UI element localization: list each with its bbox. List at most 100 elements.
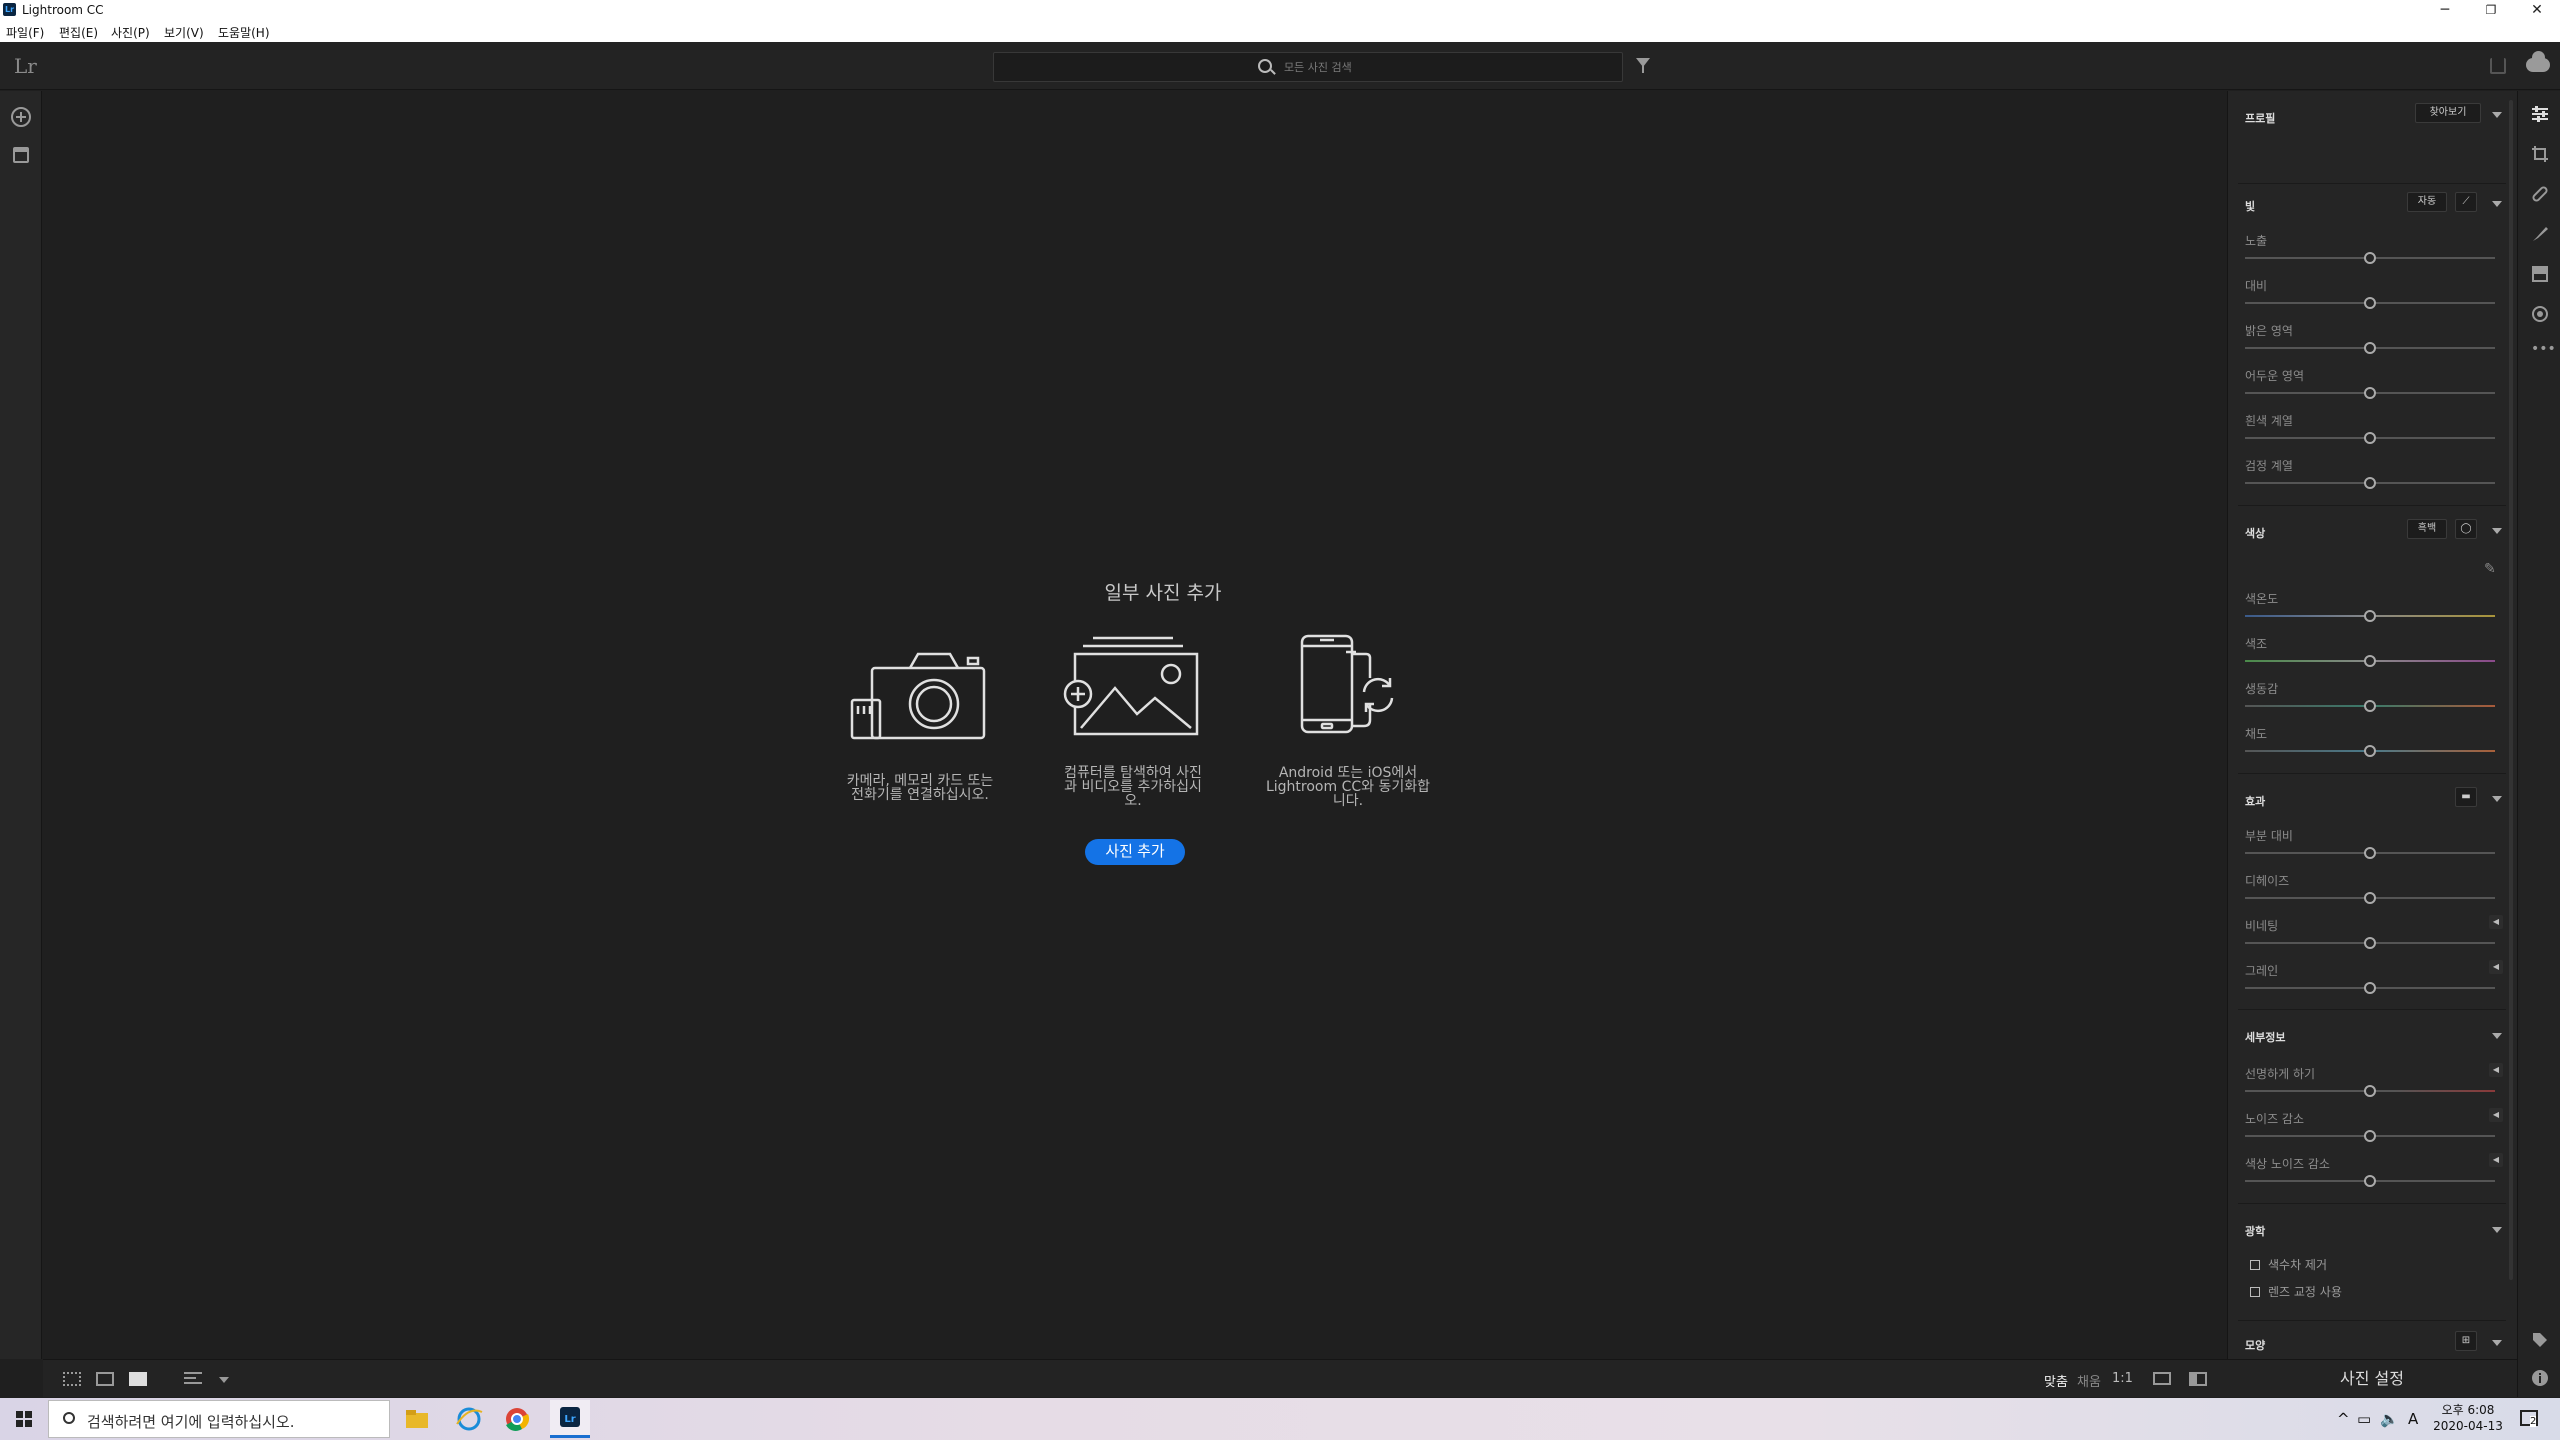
taskbar-search-input[interactable]: 검색하려면 여기에 입력하십시오. [48,1400,390,1438]
exposure-label: 노출 [2245,234,2268,248]
contrast-slider-thumb[interactable] [2364,297,2376,309]
vignette-slider-thumb[interactable] [2364,937,2376,949]
vibrance-slider-thumb[interactable] [2364,700,2376,712]
ime-indicator[interactable]: A [2408,1410,2418,1428]
bw-button[interactable]: 흑백 [2407,519,2447,539]
noise-reduction-expand-icon[interactable]: ◀ [2489,1108,2503,1122]
optics-expand-icon[interactable] [2492,1227,2502,1233]
effects-preset-icon[interactable]: ▬ [2455,787,2477,807]
photo-grid-icon[interactable] [96,1372,114,1386]
brush-icon[interactable] [2531,225,2549,243]
close-button[interactable]: ✕ [2514,0,2560,20]
eyedropper-icon[interactable]: ✎ [2484,561,2496,577]
windows-start-icon[interactable] [16,1411,32,1427]
color-mixer-icon[interactable]: ◯ [2455,519,2477,539]
taskbar-search-icon [63,1412,75,1424]
blacks-slider-thumb[interactable] [2364,477,2376,489]
filter-icon[interactable] [1636,58,1650,73]
color-noise-reduction-slider-thumb[interactable] [2364,1175,2376,1187]
lightroom-taskbar-icon[interactable]: Lr [550,1400,590,1438]
sharpening-expand-icon[interactable]: ◀ [2489,1063,2503,1077]
ie-browser-icon[interactable] [454,1404,484,1434]
remove-ca-checkbox[interactable] [2250,1260,2260,1270]
geometry-expand-icon[interactable] [2492,1340,2502,1346]
profile-header: 프로필 [2245,112,2276,125]
radial-gradient-icon[interactable] [2531,305,2549,323]
shadows-slider-thumb[interactable] [2364,387,2376,399]
square-grid-icon[interactable] [63,1372,81,1386]
zoom-fit[interactable]: 맞춤 [2044,1371,2068,1390]
chrome-icon[interactable] [502,1404,532,1434]
highlights-slider-thumb[interactable] [2364,342,2376,354]
saturation-slider-thumb[interactable] [2364,745,2376,757]
taskbar-clock[interactable]: 오후 6:08 2020-04-13 [2428,1402,2508,1434]
file-explorer-icon[interactable] [402,1404,432,1434]
dehaze-slider-thumb[interactable] [2364,892,2376,904]
vignette-label: 비네팅 [2245,919,2279,933]
color-noise-reduction-expand-icon[interactable]: ◀ [2489,1153,2503,1167]
panel-scrollbar[interactable] [2509,100,2513,1280]
volume-icon[interactable]: 🔈 [2380,1410,2399,1428]
phone-sync-icon [1300,634,1394,734]
lens-correction-checkbox[interactable] [2250,1287,2260,1297]
compare-icon[interactable] [2153,1372,2171,1385]
search-input[interactable]: 모든 사진 검색 [993,52,1623,82]
share-icon[interactable] [2490,58,2506,74]
crop-icon[interactable] [2531,145,2549,163]
zoom-fill[interactable]: 채움 [2077,1371,2101,1390]
tint-slider-thumb[interactable] [2364,655,2376,667]
noise-reduction-slider-thumb[interactable] [2364,1130,2376,1142]
info-icon[interactable] [2531,1369,2549,1387]
menu-photo[interactable]: 사진(P) [111,24,150,41]
upright-icon[interactable]: ⊞ [2455,1331,2477,1351]
temperature-slider-thumb[interactable] [2364,610,2376,622]
menu-file[interactable]: 파일(F) [6,24,44,41]
tray-expand-icon[interactable]: ^ [2337,1410,2350,1428]
lr-logo: Lr [14,54,37,78]
vibrance-label: 생동감 [2245,682,2279,696]
minimize-button[interactable]: ─ [2422,0,2468,20]
restore-button[interactable]: ❐ [2468,0,2514,20]
auto-button[interactable]: 자동 [2407,192,2447,212]
color-expand-icon[interactable] [2492,528,2502,534]
menu-view[interactable]: 보기(V) [164,24,204,41]
grain-slider-thumb[interactable] [2364,982,2376,994]
light-expand-icon[interactable] [2492,201,2502,207]
whites-slider-thumb[interactable] [2364,432,2376,444]
add-photos-button[interactable]: 사진 추가 [1085,839,1185,865]
profile-expand-icon[interactable] [2492,112,2502,118]
sort-dropdown-icon[interactable] [219,1377,229,1383]
browse-profiles-button[interactable]: 찾아보기 [2415,103,2481,123]
edit-sliders-icon[interactable] [2531,105,2549,123]
sort-icon[interactable] [184,1372,202,1384]
left-sidebar [0,91,42,1359]
exposure-slider-thumb[interactable] [2364,252,2376,264]
notification-icon[interactable]: 2 [2520,1410,2538,1427]
detail-expand-icon[interactable] [2492,1033,2502,1039]
sharpening-label: 선명하게 하기 [2245,1067,2316,1081]
cloud-sync-icon[interactable] [2526,51,2550,72]
healing-brush-icon[interactable] [2531,185,2549,203]
sharpening-slider-thumb[interactable] [2364,1085,2376,1097]
zoom-1to1[interactable]: 1:1 [2112,1371,2133,1386]
camera-icon [850,652,986,740]
menu-help[interactable]: 도움말(H) [218,24,270,41]
menu-edit[interactable]: 편집(E) [59,24,98,41]
add-photos-icon[interactable] [11,107,31,127]
effects-expand-icon[interactable] [2492,796,2502,802]
window-title: Lightroom CC [22,3,104,17]
detail-view-icon[interactable] [129,1372,147,1386]
tag-icon[interactable] [2531,1331,2549,1349]
linear-gradient-icon[interactable] [2531,265,2549,283]
grain-expand-icon[interactable]: ◀ [2489,960,2503,974]
before-after-icon[interactable] [2189,1372,2207,1386]
tint-label: 색조 [2245,637,2268,651]
vignette-expand-icon[interactable]: ◀ [2489,915,2503,929]
texture-slider-thumb[interactable] [2364,847,2376,859]
photo-settings-footer[interactable]: 사진 설정 [2227,1359,2517,1397]
network-icon[interactable]: ▭ [2357,1410,2371,1428]
more-icon[interactable]: ••• [2531,341,2556,359]
tone-curve-icon[interactable]: ⟋ [2455,192,2477,212]
my-photos-icon[interactable] [13,147,29,163]
sync-option-text: Android 또는 iOS에서 Lightroom CC와 동기화합 니다. [1248,766,1448,808]
